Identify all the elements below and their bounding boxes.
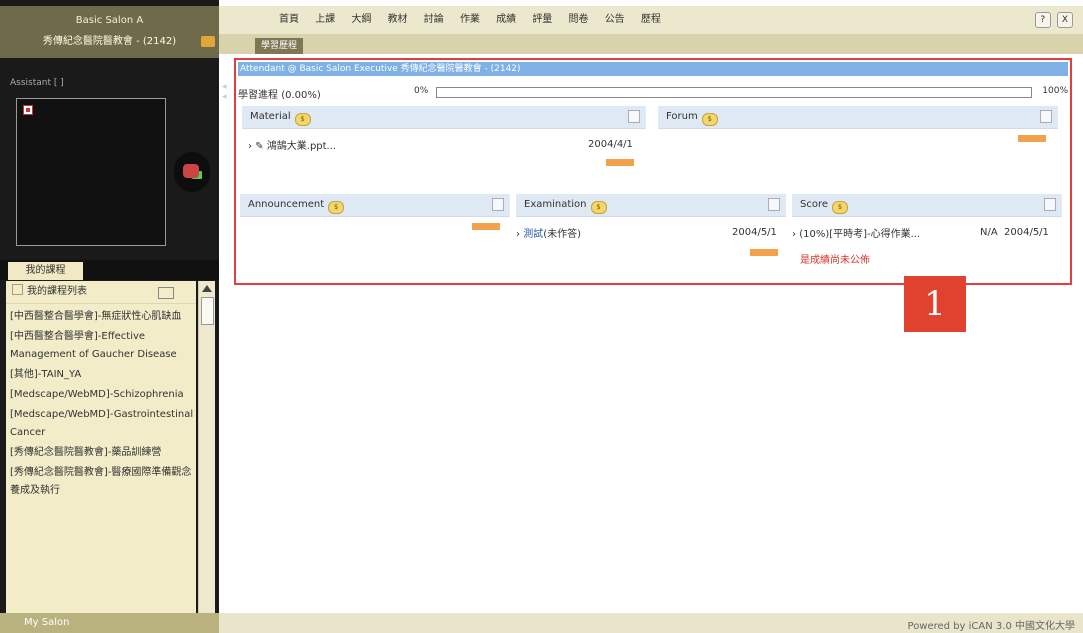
progress-label-text: 學習進程 — [238, 90, 278, 101]
powered-by-text: Powered by iCAN 3.0 中國文化大學 — [907, 621, 1075, 632]
nav-item-history[interactable]: 歷程 — [641, 14, 661, 25]
course-item[interactable]: [秀傳紀念醫院醫教會]-藥品訓練營 — [10, 444, 196, 462]
forum-title: Forum — [666, 111, 698, 122]
main-title-bar: Attendant @ Basic Salon Executive 秀傳紀念醫院… — [238, 62, 1068, 76]
rss-icon[interactable]: $ — [701, 113, 718, 126]
exam-item[interactable]: › 測試(未作答) — [516, 225, 581, 240]
course-list: [中西醫整合醫學會]-無症狀性心肌缺血 [中西醫整合醫學會]-Effective… — [6, 304, 196, 500]
list-checkbox-icon[interactable] — [12, 284, 23, 295]
panel-menu-icon[interactable] — [768, 198, 780, 211]
left-sidebar: Basic Salon A 秀傳紀念醫院醫教會 - (2142) Assista… — [0, 0, 219, 633]
progress-min-label: 0% — [414, 86, 429, 96]
score-notice: 是成績尚未公佈 — [800, 255, 870, 266]
panel-menu-icon[interactable] — [628, 110, 640, 123]
close-icon[interactable]: X — [1057, 12, 1073, 28]
rss-icon[interactable]: $ — [590, 201, 607, 214]
material-item-name: 鴻鵠大業.ppt... — [266, 141, 337, 152]
nav-item-class[interactable]: 上課 — [315, 14, 335, 25]
rss-icon[interactable]: $ — [328, 201, 345, 214]
nav-item-exam[interactable]: 評量 — [532, 14, 552, 25]
assistant-avatar-box — [16, 98, 166, 246]
score-item-name: (10%)[平時考]-心得作業... — [799, 229, 921, 240]
more-button[interactable] — [606, 159, 634, 166]
mascot-icon[interactable] — [174, 152, 210, 192]
score-item-date: 2004/5/1 — [1004, 227, 1049, 238]
material-title: Material — [250, 111, 291, 122]
list-view-icon[interactable] — [158, 287, 174, 299]
system-title: Basic Salon A 秀傳紀念醫院醫教會 - (2142) — [0, 6, 219, 58]
panel-menu-icon[interactable] — [1040, 110, 1052, 123]
chevron-right-icon: › — [248, 141, 252, 152]
chevron-right-icon: › — [516, 229, 520, 240]
announcement-panel: Announcement $ — [240, 194, 510, 244]
score-title: Score — [800, 199, 829, 210]
exam-item-status: (未作答) — [543, 229, 581, 240]
sub-navigation-bar: 學習歷程 — [219, 34, 1083, 54]
annotation-badge: 1 — [904, 276, 966, 332]
broken-image-icon — [23, 105, 33, 115]
announcement-title: Announcement — [248, 199, 325, 210]
window-buttons: ? X — [1032, 12, 1073, 28]
progress-max-label: 100% — [1042, 86, 1068, 96]
progress-bar — [436, 87, 1032, 98]
main-nav: 首頁 上課 大綱 教材 討論 作業 成績 評量 問卷 公告 歷程 — [279, 6, 674, 34]
panel-menu-icon[interactable] — [1044, 198, 1056, 211]
more-button[interactable] — [472, 223, 500, 230]
course-list-header-label: 我的課程列表 — [27, 286, 87, 297]
score-panel: Score $ › (10%)[平時考]-心得作業... N/A 2004/5/1… — [792, 194, 1062, 266]
score-item-value: N/A — [980, 227, 998, 238]
nav-item-syllabus[interactable]: 大綱 — [351, 14, 371, 25]
progress-label: 學習進程 (0.00%) — [238, 86, 321, 101]
scroll-thumb[interactable] — [201, 297, 214, 325]
assistant-label: Assistant [ ] — [10, 78, 64, 88]
more-button[interactable] — [750, 249, 778, 256]
course-list-panel: 我的課程列表 [中西醫整合醫學會]-無症狀性心肌缺血 [中西醫整合醫學會]-Ef… — [6, 281, 196, 613]
course-item[interactable]: [Medscape/WebMD]-Schizophrenia — [10, 386, 196, 404]
tab-learning-history[interactable]: 學習歷程 — [255, 38, 303, 54]
rss-icon[interactable]: $ — [832, 201, 849, 214]
nav-item-home[interactable]: 首頁 — [279, 14, 299, 25]
material-item-date: 2004/4/1 — [588, 139, 633, 150]
more-button[interactable] — [1018, 135, 1046, 142]
course-list-header: 我的課程列表 — [6, 281, 196, 304]
score-item[interactable]: › (10%)[平時考]-心得作業... — [792, 225, 920, 240]
home-icon[interactable] — [201, 36, 215, 47]
attachment-icon: ✎ — [255, 141, 264, 152]
top-navigation-bar: 首頁 上課 大綱 教材 討論 作業 成績 評量 問卷 公告 歷程 ? X — [219, 6, 1083, 34]
course-item[interactable]: [秀傳紀念醫院醫教會]-醫療國際準備觀念養成及執行 — [10, 464, 196, 500]
status-bar: Powered by iCAN 3.0 中國文化大學 — [219, 613, 1083, 633]
examination-title: Examination — [524, 199, 587, 210]
material-panel: Material $ › ✎ 鴻鵠大業.ppt... 2004/4/1 — [242, 106, 646, 180]
my-salon-footer[interactable]: My Salon — [0, 613, 219, 633]
system-title-line1: Basic Salon A — [75, 15, 144, 26]
exam-item-link[interactable]: 測試 — [523, 229, 543, 240]
chevron-right-icon: › — [792, 229, 796, 240]
nav-item-announcement[interactable]: 公告 — [605, 14, 625, 25]
forum-panel: Forum $ — [658, 106, 1058, 156]
nav-item-forum[interactable]: 討論 — [424, 14, 444, 25]
course-item[interactable]: [Medscape/WebMD]-Gastrointestinal Cancer — [10, 406, 196, 442]
examination-panel: Examination $ › 測試(未作答) 2004/5/1 — [516, 194, 786, 264]
collapse-arrows-icon[interactable]: ◂ ◂ — [222, 82, 227, 102]
exam-item-date: 2004/5/1 — [732, 227, 777, 238]
material-item[interactable]: › ✎ 鴻鵠大業.ppt... — [248, 137, 336, 152]
nav-item-score[interactable]: 成績 — [496, 14, 516, 25]
tab-my-courses[interactable]: 我的課程 — [8, 262, 83, 280]
scroll-up-icon[interactable] — [202, 285, 212, 292]
nav-item-material[interactable]: 教材 — [388, 14, 408, 25]
course-list-scrollbar[interactable] — [198, 281, 215, 613]
nav-item-survey[interactable]: 問卷 — [569, 14, 589, 25]
panel-menu-icon[interactable] — [492, 198, 504, 211]
course-item[interactable]: [中西醫整合醫學會]-Effective Management of Gauch… — [10, 328, 196, 364]
progress-value: (0.00%) — [281, 90, 321, 101]
my-courses-tab-bar: 我的課程 — [0, 260, 219, 280]
help-icon[interactable]: ? — [1034, 12, 1051, 28]
system-title-line2: 秀傳紀念醫院醫教會 - (2142) — [42, 36, 177, 47]
nav-item-assignment[interactable]: 作業 — [460, 14, 480, 25]
course-item[interactable]: [其他]-TAIN_YA — [10, 366, 196, 384]
course-item[interactable]: [中西醫整合醫學會]-無症狀性心肌缺血 — [10, 308, 196, 326]
learning-progress: 學習進程 (0.00%) 0% 100% — [238, 84, 1068, 102]
rss-icon[interactable]: $ — [294, 113, 311, 126]
